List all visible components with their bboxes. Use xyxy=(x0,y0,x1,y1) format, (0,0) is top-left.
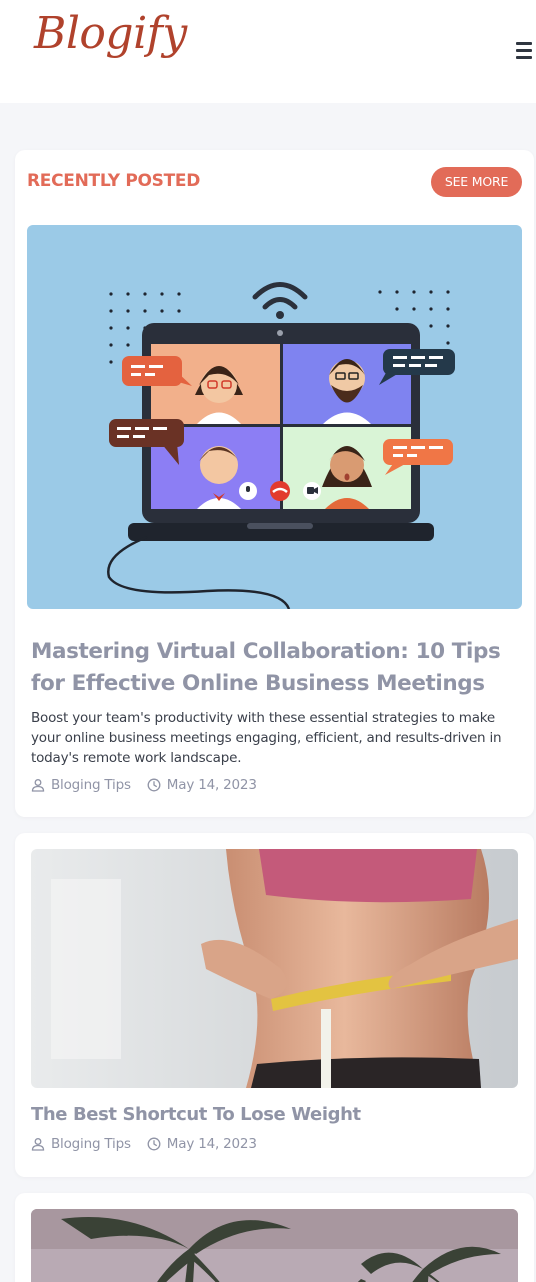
video-call-illustration xyxy=(107,282,455,609)
user-icon xyxy=(31,1138,45,1151)
post-hero-image[interactable] xyxy=(27,225,522,609)
site-header: Blogify xyxy=(0,0,536,103)
post-card xyxy=(15,1193,534,1282)
user-icon xyxy=(31,779,45,792)
post-date: May 14, 2023 xyxy=(147,777,257,793)
post-category[interactable]: Bloging Tips xyxy=(31,777,131,793)
post-title[interactable]: Mastering Virtual Collaboration: 10 Tips… xyxy=(31,636,521,700)
category-label: Bloging Tips xyxy=(51,777,131,793)
post-date: May 14, 2023 xyxy=(147,1136,257,1152)
palm-trees-photo xyxy=(31,1209,518,1282)
post-thumbnail[interactable] xyxy=(31,849,518,1088)
weight-loss-photo xyxy=(31,849,518,1088)
post-meta: Bloging Tips May 14, 2023 xyxy=(31,1136,257,1152)
clock-icon xyxy=(147,1137,161,1151)
brand-logo[interactable]: Blogify xyxy=(34,8,187,59)
clock-icon xyxy=(147,778,161,792)
post-excerpt: Boost your team's productivity with thes… xyxy=(31,710,502,766)
post-category[interactable]: Bloging Tips xyxy=(31,1136,131,1152)
hamburger-menu-icon[interactable] xyxy=(514,42,534,60)
section-title: RECENTLY POSTED xyxy=(27,171,201,191)
post-meta: Bloging Tips May 14, 2023 xyxy=(31,777,257,793)
date-label: May 14, 2023 xyxy=(166,777,257,793)
post-title[interactable]: The Best Shortcut To Lose Weight xyxy=(31,1102,521,1128)
category-label: Bloging Tips xyxy=(51,1136,131,1152)
post-card: The Best Shortcut To Lose Weight Bloging… xyxy=(15,833,534,1177)
date-label: May 14, 2023 xyxy=(166,1136,257,1152)
recent-posts-card: RECENTLY POSTED SEE MORE Mastering Virtu… xyxy=(15,150,534,817)
see-more-button[interactable]: SEE MORE xyxy=(431,167,522,197)
post-thumbnail[interactable] xyxy=(31,1209,518,1282)
